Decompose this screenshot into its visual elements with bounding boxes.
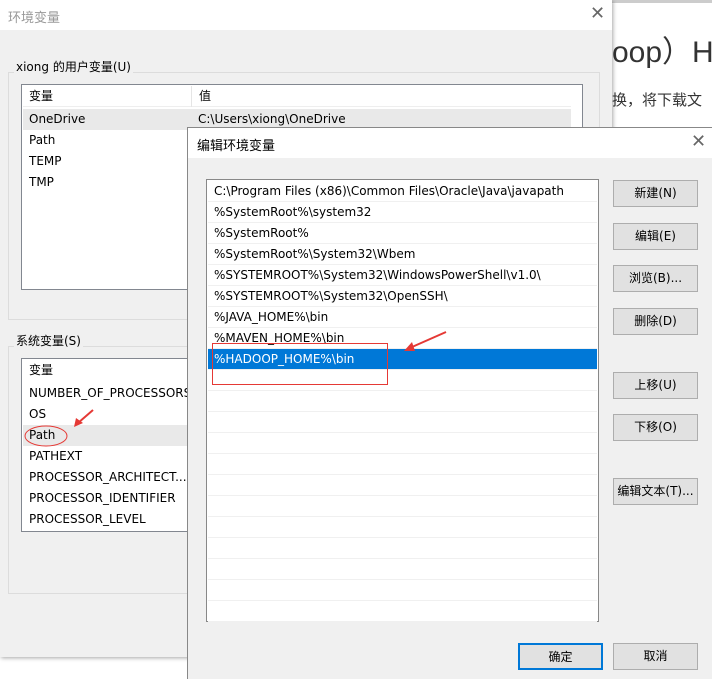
close-icon[interactable]: ✕ bbox=[590, 3, 605, 24]
browse-button[interactable]: 浏览(B)... bbox=[613, 265, 698, 292]
list-item[interactable]: TMP bbox=[29, 172, 54, 193]
path-entry[interactable]: %SYSTEMROOT%\System32\OpenSSH\ bbox=[208, 286, 597, 307]
article-text: 换，将下载文 bbox=[612, 91, 703, 109]
column-header-name[interactable]: 变量 bbox=[29, 360, 53, 381]
article-heading: oop）HA bbox=[612, 36, 712, 69]
annotation-circle-arrow bbox=[24, 409, 94, 447]
edit-env-var-dialog: 编辑环境变量 ✕ C:\Program Files (x86)\Common F… bbox=[187, 127, 712, 679]
empty-row[interactable] bbox=[208, 601, 597, 622]
column-header-name[interactable]: 变量 bbox=[29, 89, 53, 103]
edit-text-button[interactable]: 编辑文本(T)... bbox=[613, 478, 698, 505]
empty-row[interactable] bbox=[208, 517, 597, 538]
empty-row[interactable] bbox=[208, 496, 597, 517]
list-item[interactable]: PROCESSOR_LEVEL bbox=[29, 509, 146, 530]
close-icon[interactable]: ✕ bbox=[691, 131, 706, 152]
delete-button[interactable]: 删除(D) bbox=[613, 308, 698, 335]
path-entry[interactable]: %SystemRoot%\system32 bbox=[208, 202, 597, 223]
cancel-button[interactable]: 取消 bbox=[613, 643, 698, 670]
ok-button[interactable]: 确定 bbox=[518, 643, 603, 670]
annotation-highlight-box bbox=[212, 343, 388, 385]
path-entries-list[interactable]: C:\Program Files (x86)\Common Files\Orac… bbox=[206, 179, 599, 622]
path-entry[interactable]: %SystemRoot%\System32\Wbem bbox=[208, 244, 597, 265]
edit-button[interactable]: 编辑(E) bbox=[613, 223, 698, 250]
title-bar: 环境变量 ✕ bbox=[0, 0, 612, 30]
var-name: OneDrive bbox=[29, 112, 86, 126]
list-item[interactable]: PROCESSOR_ARCHITECT... bbox=[29, 467, 187, 488]
path-entry[interactable]: C:\Program Files (x86)\Common Files\Orac… bbox=[208, 181, 597, 202]
new-button[interactable]: 新建(N) bbox=[613, 180, 698, 207]
empty-row[interactable] bbox=[208, 454, 597, 475]
list-item[interactable]: NUMBER_OF_PROCESSORS bbox=[29, 383, 191, 404]
empty-row[interactable] bbox=[208, 391, 597, 412]
empty-row[interactable] bbox=[208, 475, 597, 496]
list-header: 变量 值 bbox=[23, 86, 571, 107]
user-vars-label: xiong 的用户变量(U) bbox=[14, 58, 133, 75]
empty-row[interactable] bbox=[208, 580, 597, 601]
annotation-arrow bbox=[404, 331, 447, 351]
list-item[interactable]: PROCESSOR_IDENTIFIER bbox=[29, 488, 176, 509]
path-entry[interactable]: %JAVA_HOME%\bin bbox=[208, 307, 597, 328]
path-entry[interactable]: %SYSTEMROOT%\System32\WindowsPowerShell\… bbox=[208, 265, 597, 286]
dialog-title: 编辑环境变量 bbox=[197, 139, 276, 154]
column-header-value[interactable]: 值 bbox=[191, 86, 211, 107]
title-bar: 编辑环境变量 ✕ bbox=[188, 128, 712, 158]
empty-row[interactable] bbox=[208, 412, 597, 433]
empty-row[interactable] bbox=[208, 538, 597, 559]
move-down-button[interactable]: 下移(O) bbox=[613, 414, 698, 441]
dialog-title: 环境变量 bbox=[8, 11, 61, 26]
empty-row[interactable] bbox=[208, 433, 597, 454]
system-vars-label: 系统变量(S) bbox=[14, 332, 83, 349]
path-entry[interactable]: %SystemRoot% bbox=[208, 223, 597, 244]
empty-row[interactable] bbox=[208, 559, 597, 580]
move-up-button[interactable]: 上移(U) bbox=[613, 372, 698, 399]
list-item[interactable]: TEMP bbox=[29, 151, 62, 172]
list-item[interactable]: Path bbox=[29, 130, 55, 151]
